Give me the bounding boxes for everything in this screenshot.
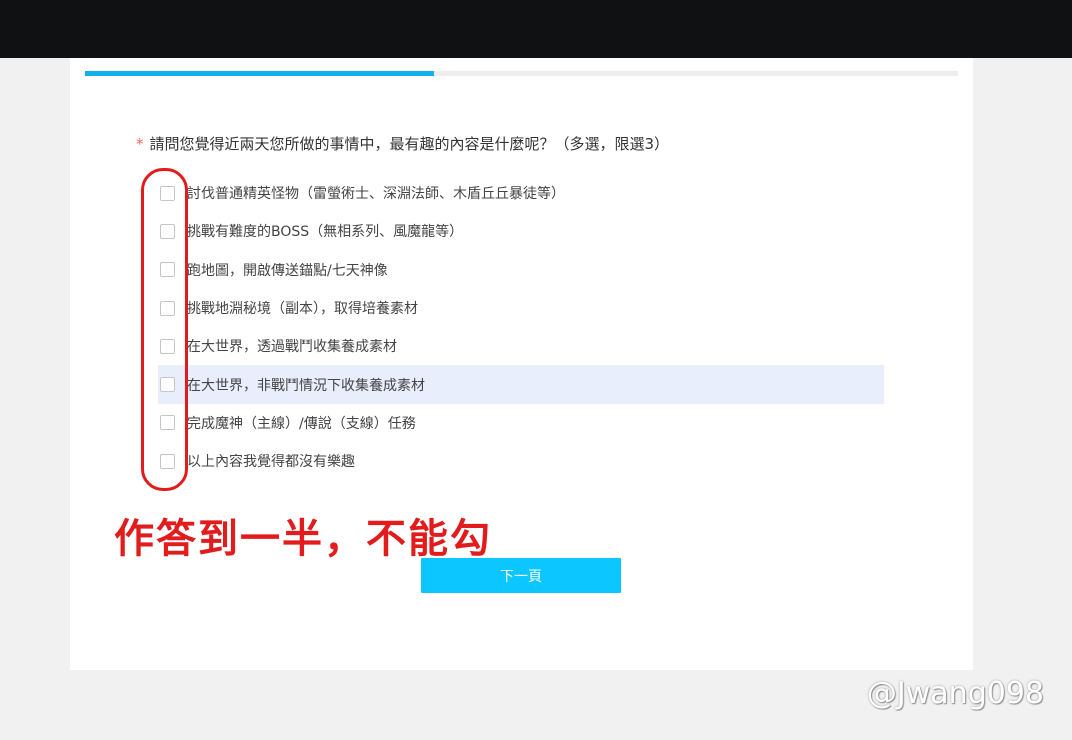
option-item[interactable]: 跑地圖，開啟傳送錨點/七天神像 bbox=[158, 251, 884, 289]
question-text: 請問您覺得近兩天您所做的事情中，最有趣的內容是什麼呢？（多選，限選3） bbox=[149, 135, 670, 153]
option-item-hovered[interactable]: 在大世界，非戰鬥情況下收集養成素材 bbox=[158, 365, 884, 404]
progress-bar bbox=[85, 71, 958, 76]
option-label: 挑戰有難度的BOSS（無相系列、風魔龍等） bbox=[187, 224, 464, 241]
progress-fill bbox=[85, 71, 435, 76]
annotation-text: 作答到一半，不能勾 bbox=[114, 516, 492, 562]
annotation-oval bbox=[141, 168, 188, 491]
question-title: * 請問您覺得近兩天您所做的事情中，最有趣的內容是什麼呢？（多選，限選3） bbox=[136, 133, 669, 154]
option-item[interactable]: 挑戰地淵秘境（副本），取得培養素材 bbox=[158, 289, 884, 327]
survey-card: * 請問您覺得近兩天您所做的事情中，最有趣的內容是什麼呢？（多選，限選3） 討伐普… bbox=[70, 58, 973, 670]
option-label: 跑地圖，開啟傳送錨點/七天神像 bbox=[187, 262, 388, 279]
option-label: 在大世界，透過戰鬥收集養成素材 bbox=[187, 339, 397, 356]
option-label: 以上內容我覺得都沒有樂趣 bbox=[187, 454, 355, 471]
options-list: 討伐普通精英怪物（雷螢術士、深淵法師、木盾丘丘暴徒等） 挑戰有難度的BOSS（無… bbox=[158, 174, 884, 480]
option-label: 挑戰地淵秘境（副本），取得培養素材 bbox=[187, 301, 418, 318]
option-label: 討伐普通精英怪物（雷螢術士、深淵法師、木盾丘丘暴徒等） bbox=[187, 186, 565, 203]
required-marker: * bbox=[136, 135, 144, 153]
option-label: 在大世界，非戰鬥情況下收集養成素材 bbox=[187, 377, 425, 394]
option-item[interactable]: 挑戰有難度的BOSS（無相系列、風魔龍等） bbox=[158, 212, 884, 250]
watermark: @Jwang098 bbox=[866, 676, 1044, 711]
option-item[interactable]: 討伐普通精英怪物（雷螢術士、深淵法師、木盾丘丘暴徒等） bbox=[158, 174, 884, 212]
option-item[interactable]: 在大世界，透過戰鬥收集養成素材 bbox=[158, 327, 884, 365]
option-label: 完成魔神（主線）/傳說（支線）任務 bbox=[187, 415, 416, 432]
option-item[interactable]: 以上內容我覺得都沒有樂趣 bbox=[158, 442, 884, 480]
option-item[interactable]: 完成魔神（主線）/傳說（支線）任務 bbox=[158, 404, 884, 442]
top-bar bbox=[0, 0, 1072, 58]
